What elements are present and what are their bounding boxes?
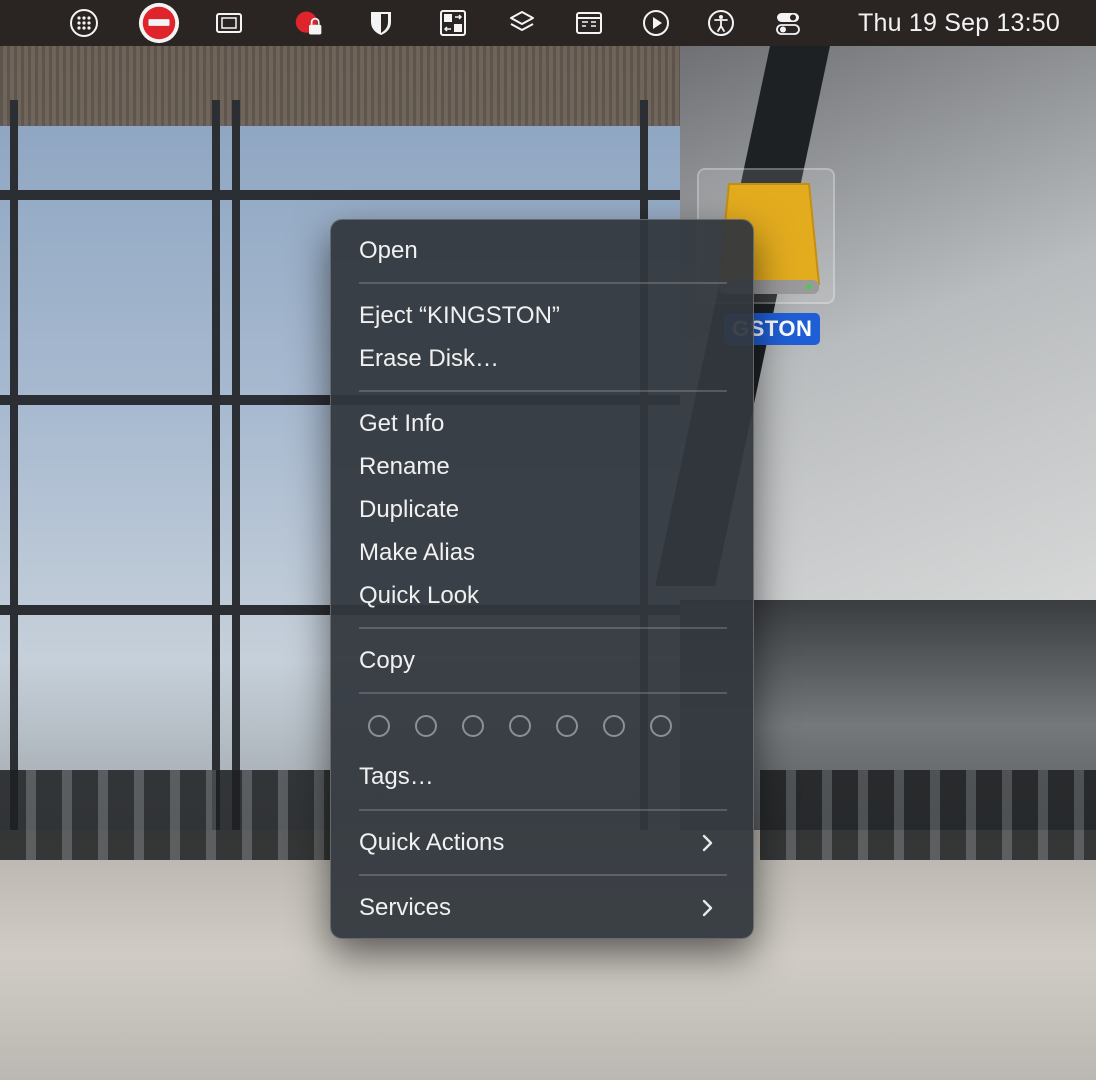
wallpaper-mullion [212, 100, 220, 840]
play-icon[interactable] [639, 6, 673, 40]
context-menu: Open Eject “KINGSTON” Erase Disk… Get In… [330, 219, 754, 939]
menu-bar-clock[interactable]: Thu 19 Sep 13:50 [858, 0, 1060, 46]
window-manager-icon[interactable] [212, 6, 246, 40]
menu-item-copy[interactable]: Copy [345, 641, 741, 681]
menu-separator [359, 627, 727, 629]
keyboard-shortcuts-icon[interactable] [572, 6, 606, 40]
screens-switch-icon[interactable] [436, 6, 470, 40]
tag-color-dot[interactable] [462, 715, 484, 737]
menu-item-eject[interactable]: Eject “KINGSTON” [345, 296, 741, 336]
menu-item-tags[interactable]: Tags… [345, 757, 741, 797]
accessibility-icon[interactable] [704, 6, 738, 40]
menu-separator [359, 809, 727, 811]
tag-color-dot[interactable] [650, 715, 672, 737]
menu-item-label: Quick Actions [359, 829, 505, 856]
do-not-disturb-icon[interactable] [136, 0, 182, 46]
menu-item-duplicate[interactable]: Duplicate [345, 490, 741, 530]
tag-color-dot[interactable] [509, 715, 531, 737]
menu-item-get-info[interactable]: Get Info [345, 404, 741, 444]
desktop[interactable]: Thu 19 Sep 13:50 GSTON Open Eject “KINGS… [0, 0, 1096, 1080]
menu-separator [359, 874, 727, 876]
menu-item-services[interactable]: Services [345, 888, 741, 928]
menu-item-erase-disk[interactable]: Erase Disk… [345, 339, 741, 379]
wallpaper-mullion [0, 190, 680, 200]
wallpaper-ceiling [0, 46, 700, 126]
wallpaper-mullion [232, 100, 240, 840]
menu-item-open[interactable]: Open [345, 231, 741, 271]
menu-item-quick-look[interactable]: Quick Look [345, 576, 741, 616]
menu-separator [359, 282, 727, 284]
control-center-icon[interactable] [771, 6, 805, 40]
menu-separator [359, 390, 727, 392]
menu-item-label: Services [359, 894, 452, 921]
menu-item-make-alias[interactable]: Make Alias [345, 533, 741, 573]
tag-color-dot[interactable] [368, 715, 390, 737]
wallpaper-seats [0, 770, 330, 860]
privacy-lock-icon[interactable] [292, 6, 326, 40]
tag-color-dot[interactable] [603, 715, 625, 737]
menu-separator [359, 692, 727, 694]
launchpad-grid-icon[interactable] [67, 6, 101, 40]
wallpaper-mullion [10, 100, 18, 840]
menu-bar: Thu 19 Sep 13:50 [0, 0, 1096, 46]
layers-icon[interactable] [505, 6, 539, 40]
chevron-right-icon [702, 834, 713, 852]
tag-color-dot[interactable] [415, 715, 437, 737]
tag-color-dot[interactable] [556, 715, 578, 737]
menu-item-quick-actions[interactable]: Quick Actions [345, 823, 741, 863]
menu-item-rename[interactable]: Rename [345, 447, 741, 487]
wallpaper-seats [760, 770, 1096, 860]
shield-icon[interactable] [364, 6, 398, 40]
chevron-right-icon [702, 899, 713, 917]
